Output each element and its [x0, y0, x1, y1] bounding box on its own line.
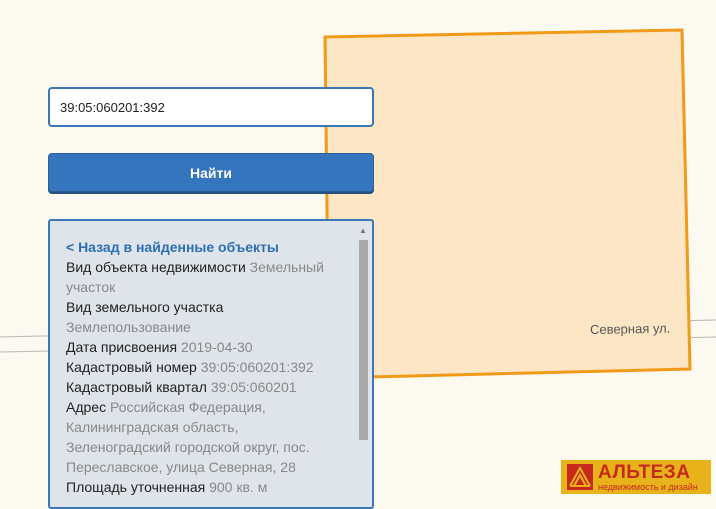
scroll-thumb[interactable]	[359, 240, 368, 440]
info-row: Дата присвоения 2019-04-30	[66, 337, 338, 357]
info-row: Кадастровый номер 39:05:060201:392	[66, 357, 338, 377]
info-key: Кадастровый квартал	[66, 379, 211, 395]
info-value: 900 кв. м	[209, 479, 268, 495]
panel-content: < Назад в найденные объекты Вид объекта …	[66, 237, 338, 497]
info-row: Адрес Российская Федерация, Калининградс…	[66, 397, 338, 477]
logo-name: АЛЬТЕЗА	[598, 461, 691, 483]
logo-mark-icon	[567, 464, 593, 490]
info-value: 2019-04-30	[180, 339, 253, 355]
info-row: Вид земельного участка Землепользование	[66, 297, 338, 337]
info-value: 39:05:060201:392	[200, 359, 314, 375]
info-key: Адрес	[66, 399, 110, 415]
object-info-panel: < Назад в найденные объекты Вид объекта …	[48, 219, 374, 509]
info-key: Площадь уточненная	[66, 479, 210, 495]
back-to-results-link[interactable]: < Назад в найденные объекты	[66, 237, 338, 257]
info-row: Площадь уточненная 900 кв. м	[66, 477, 338, 497]
info-key: Вид земельного участка	[66, 299, 224, 315]
find-button[interactable]: Найти	[48, 153, 374, 192]
info-value: Землепользование	[66, 319, 191, 335]
altez-logo: АЛЬТЕЗА недвижимость и дизайн	[561, 460, 711, 494]
logo-tagline: недвижимость и дизайн	[598, 481, 698, 492]
info-row: Вид объекта недвижимости Земельный участ…	[66, 257, 338, 297]
info-key: Дата присвоения	[66, 339, 181, 355]
cadastral-search-input[interactable]	[48, 87, 374, 127]
info-value: 39:05:060201	[210, 379, 297, 395]
scroll-up-arrow-icon[interactable]: ▲	[358, 225, 368, 237]
info-key: Кадастровый номер	[66, 359, 201, 375]
info-row: Кадастровый квартал 39:05:060201	[66, 377, 338, 397]
panel-scrollbar[interactable]: ▲	[356, 223, 370, 507]
street-label: Северная ул.	[589, 320, 671, 337]
info-key: Вид объекта недвижимости	[66, 259, 250, 275]
